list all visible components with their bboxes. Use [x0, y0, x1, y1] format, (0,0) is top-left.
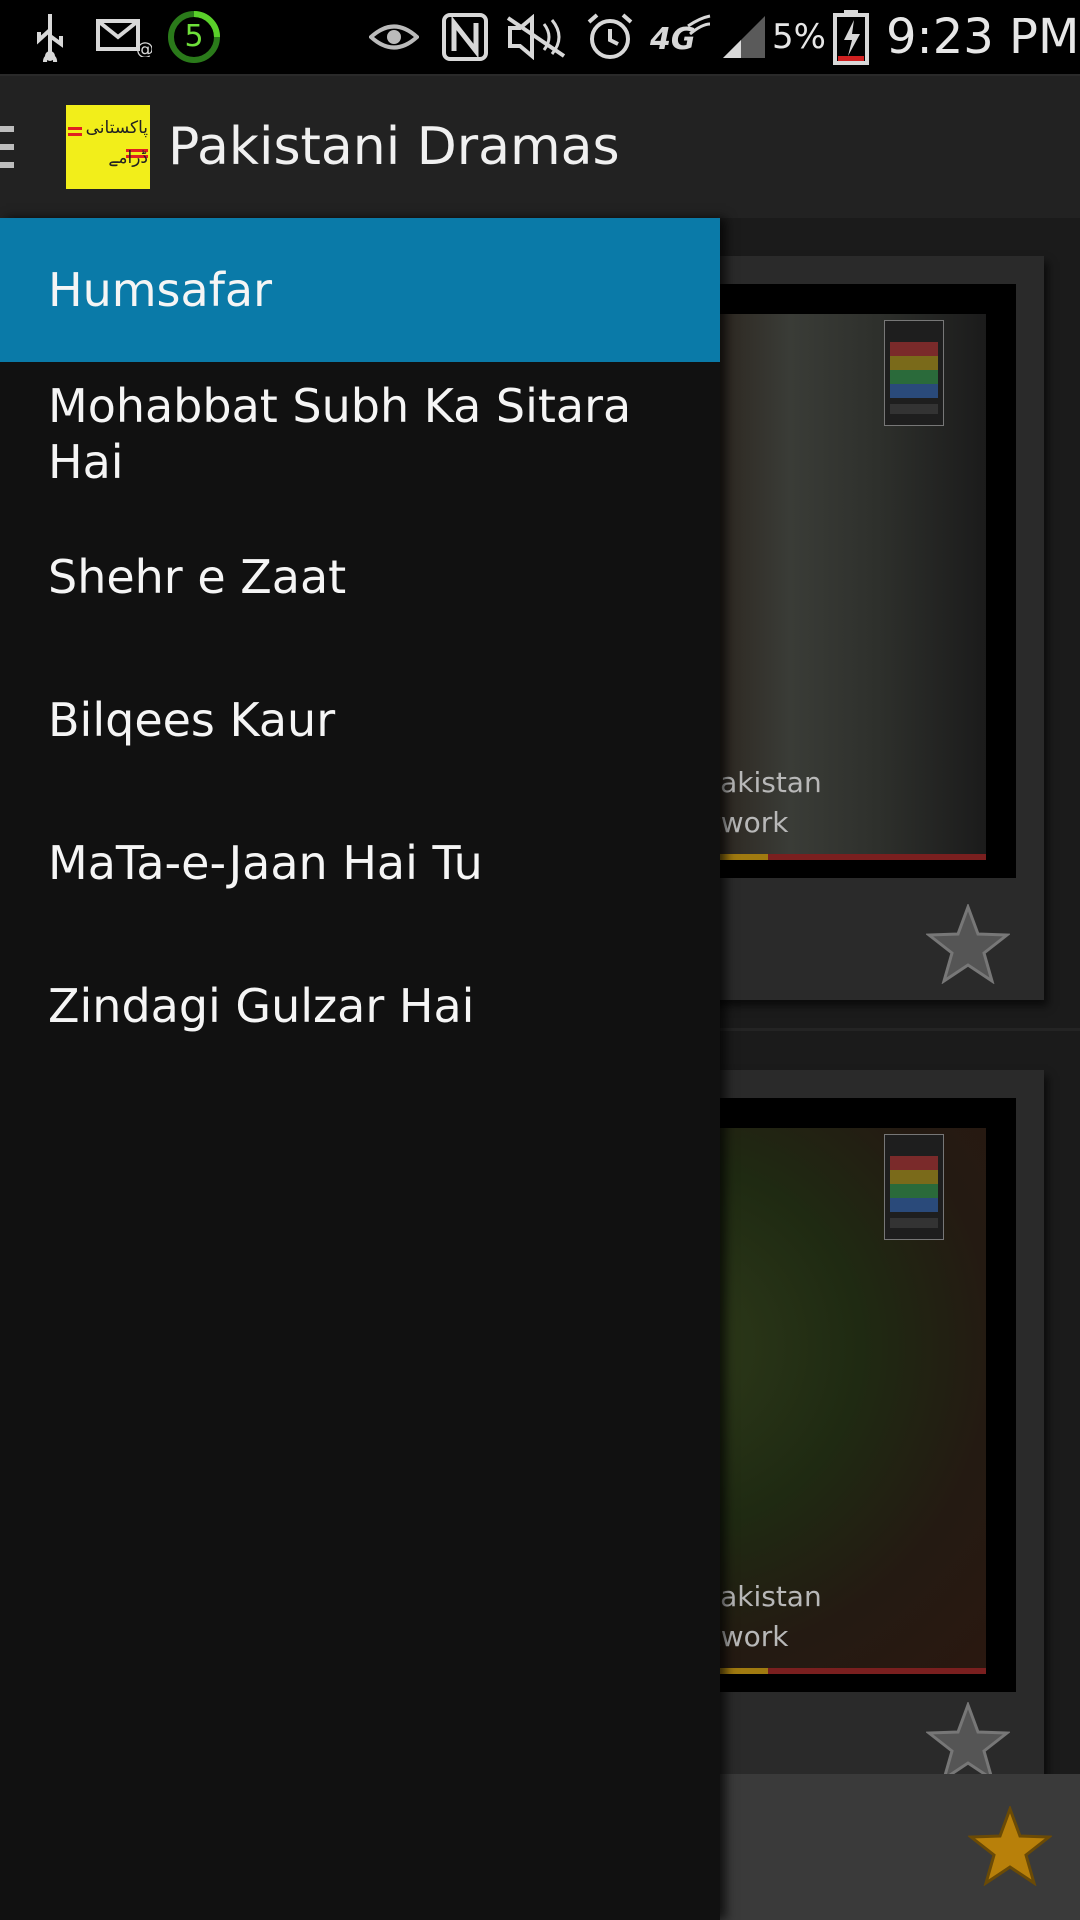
navigation-drawer: Humsafar Mohabbat Subh Ka Sitara Hai She… [0, 218, 720, 1920]
clock: 9:23 PM [886, 9, 1080, 65]
drawer-item-label: Mohabbat Subh Ka Sitara Hai [48, 378, 632, 489]
counter-badge-icon: 5 [166, 0, 222, 74]
eye-icon [368, 0, 420, 74]
drawer-item-label: Bilqees Kaur [48, 692, 336, 747]
hum-tv-logo [884, 1134, 944, 1240]
alarm-icon [584, 0, 636, 74]
drawer-indicator-bar [0, 126, 14, 132]
action-bar: پاکستانی ڈرامے Pakistani Dramas [0, 76, 1080, 221]
network-4g-icon: 4G [648, 0, 714, 74]
drawer-item-mata-e-jaan-hai-tu[interactable]: MaTa-e-Jaan Hai Tu [0, 791, 720, 934]
drawer-item-bilqees-kaur[interactable]: Bilqees Kaur [0, 648, 720, 791]
drawer-item-label: MaTa-e-Jaan Hai Tu [48, 835, 483, 890]
signal-icon [716, 0, 772, 74]
favorites-star-icon[interactable] [968, 1806, 1052, 1886]
hum-tv-logo [884, 320, 944, 426]
battery-percent: 5% [772, 17, 826, 57]
network-type: 4G [650, 22, 696, 57]
drawer-indicator-bar [0, 162, 14, 168]
drawer-item-label: Shehr e Zaat [48, 549, 347, 604]
favorite-star-icon[interactable] [926, 1702, 1010, 1782]
drawer-indicator-bar [0, 144, 14, 150]
drawer-item-zindagi-gulzar-hai[interactable]: Zindagi Gulzar Hai [0, 934, 720, 1077]
drawer-item-mohabbat-subh-ka-sitara-hai[interactable]: Mohabbat Subh Ka Sitara Hai [0, 362, 720, 505]
battery-icon [830, 0, 872, 74]
drawer-toggle[interactable] [0, 126, 14, 172]
notification-count: 5 [184, 19, 204, 54]
usb-icon [28, 0, 72, 74]
svg-text:@: @ [136, 39, 152, 57]
status-bar: @ 5 4G 5% 9:23 PM [0, 0, 1080, 76]
favorite-star-icon[interactable] [926, 904, 1010, 984]
nfc-icon [440, 0, 490, 74]
drawer-item-label: Zindagi Gulzar Hai [48, 978, 475, 1033]
email-icon: @ [96, 0, 152, 74]
app-title: Pakistani Dramas [168, 117, 620, 177]
logo-text: پاکستانی ڈرامے [85, 118, 148, 168]
mute-icon [502, 0, 572, 74]
app-logo[interactable]: پاکستانی ڈرامے [66, 105, 150, 189]
drawer-item-shehr-e-zaat[interactable]: Shehr e Zaat [0, 505, 720, 648]
drawer-item-label: Humsafar [48, 263, 273, 317]
drawer-item-humsafar[interactable]: Humsafar [0, 218, 720, 362]
